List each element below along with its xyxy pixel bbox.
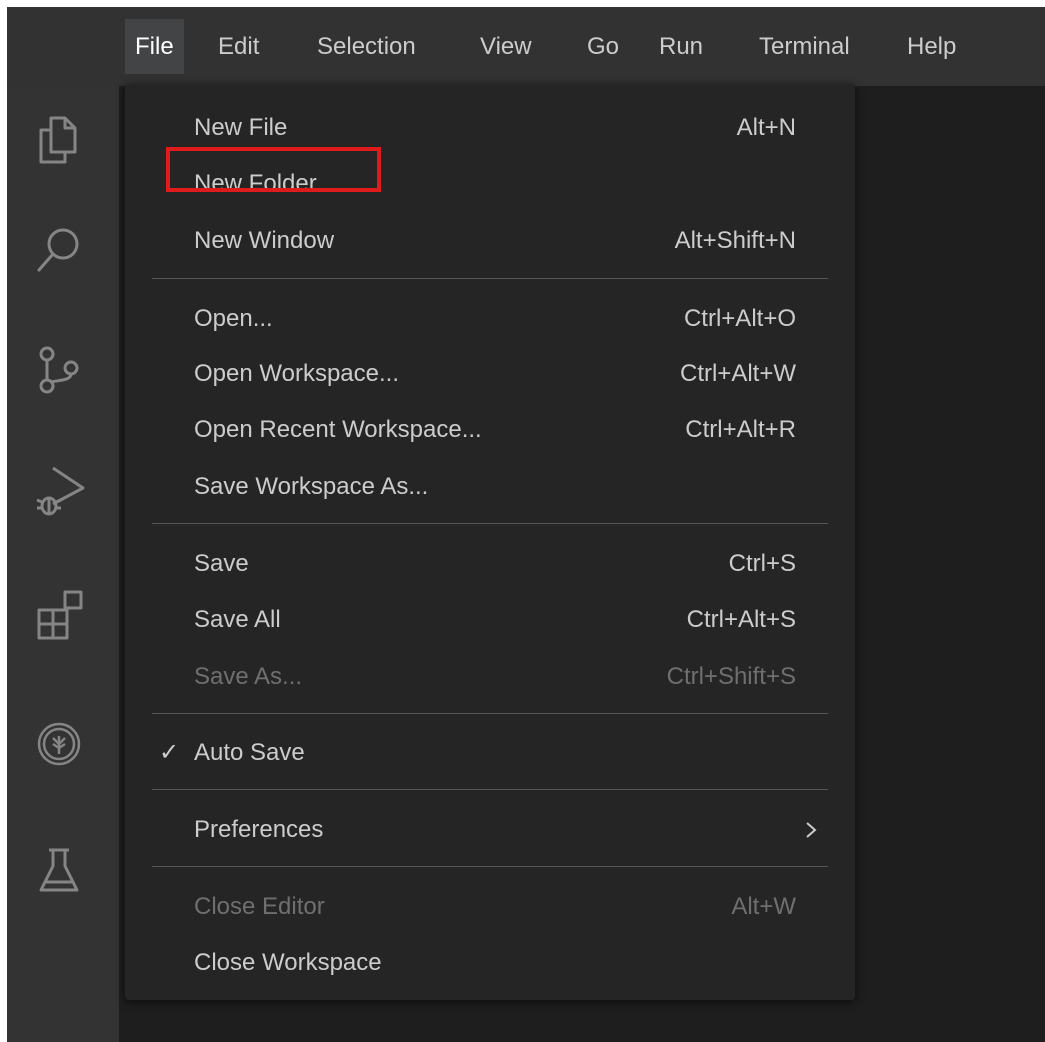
menu-item-save-workspace-as[interactable]: Save Workspace As... [125,461,855,513]
menu-item-label: Close Editor [194,893,325,920]
menubar-edit[interactable]: Edit [208,19,269,74]
menubar-go[interactable]: Go [577,19,629,74]
menubar-run[interactable]: Run [649,19,713,74]
checkmark-icon: ✓ [159,739,180,766]
menubar-file[interactable]: File [125,19,184,74]
activity-bar [7,86,119,1042]
menu-item-label: Close Workspace [194,949,382,976]
testing-flask-icon[interactable] [31,844,87,900]
menu-item-label: Open Recent Workspace... [194,416,482,443]
menu-item-open-recent-workspace[interactable]: Open Recent Workspace... Ctrl+Alt+R [125,404,855,456]
menu-item-close-editor: Close Editor Alt+W [125,881,855,933]
tree-badge-icon[interactable] [31,714,87,770]
menu-item-label: Open Workspace... [194,360,399,387]
menu-item-label: New Window [194,227,335,254]
highlight-annotation-box [166,147,381,192]
menubar-view[interactable]: View [470,19,542,74]
menu-separator [152,278,828,279]
menu-separator [152,523,828,524]
menu-item-open[interactable]: Open... Ctrl+Alt+O [125,293,855,345]
menubar-terminal[interactable]: Terminal [749,19,860,74]
extensions-icon[interactable] [31,586,87,642]
menu-bar: File Edit Selection View Go Run Terminal… [7,7,1045,86]
menu-item-shortcut: Ctrl+Alt+R [685,416,796,443]
menu-item-shortcut: Ctrl+Alt+W [679,360,796,387]
menu-item-auto-save[interactable]: ✓ Auto Save [125,727,855,779]
menu-item-save[interactable]: Save Ctrl+S [125,538,855,590]
menu-item-label: Save Workspace As... [194,473,429,500]
menu-item-shortcut: Alt+N [736,114,796,141]
menu-item-label: Save [194,550,249,577]
menu-item-save-as: Save As... Ctrl+Shift+S [125,651,855,703]
menu-item-shortcut: Ctrl+Shift+S [666,663,796,690]
menu-item-new-window[interactable]: New Window Alt+Shift+N [125,215,855,267]
menu-item-label: Save All [194,606,281,633]
file-menu-dropdown: New File Alt+N New Folder New Window Alt… [125,84,855,1000]
menu-item-shortcut: Ctrl+Alt+S [686,606,796,633]
menu-item-preferences[interactable]: Preferences [125,804,855,856]
menubar-selection[interactable]: Selection [307,19,426,74]
search-icon[interactable] [31,222,87,278]
menu-item-close-workspace[interactable]: Close Workspace [125,937,855,989]
menubar-help[interactable]: Help [897,19,966,74]
menu-separator [152,789,828,790]
run-debug-icon[interactable] [31,462,87,518]
menu-separator [152,713,828,714]
source-control-icon[interactable] [31,342,87,398]
explorer-icon[interactable] [31,112,87,168]
menu-item-open-workspace[interactable]: Open Workspace... Ctrl+Alt+W [125,348,855,400]
menu-item-shortcut: Alt+W [731,893,796,920]
menu-item-save-all[interactable]: Save All Ctrl+Alt+S [125,594,855,646]
menu-separator [152,866,828,867]
menu-item-label: Save As... [194,663,303,690]
chevron-right-icon [806,822,817,838]
menu-item-label: Open... [194,305,273,332]
menu-item-shortcut: Ctrl+S [728,550,796,577]
menu-item-shortcut: Alt+Shift+N [674,227,796,254]
app-window: File Edit Selection View Go Run Terminal… [7,7,1045,1042]
menu-item-label: Preferences [194,816,324,843]
menu-item-label: Auto Save [194,739,305,766]
menu-item-shortcut: Ctrl+Alt+O [683,305,796,332]
